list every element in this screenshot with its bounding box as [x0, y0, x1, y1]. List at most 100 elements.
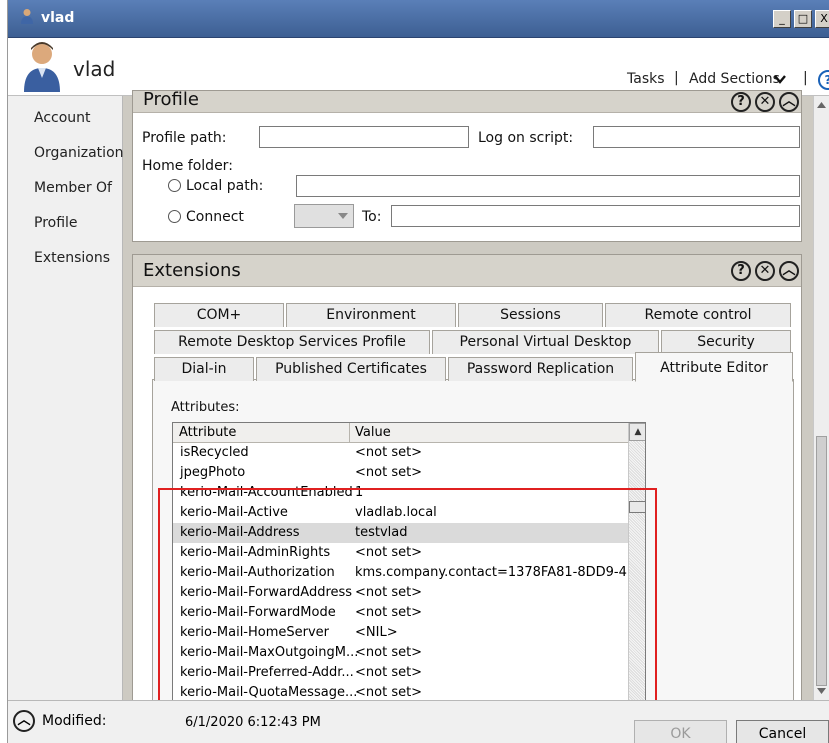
- attribute-value: <not set>: [355, 545, 423, 560]
- dropdown-arrow-icon: [338, 213, 348, 219]
- tab-remote-desktop-services-profile[interactable]: Remote Desktop Services Profile: [154, 330, 430, 354]
- attribute-name: kerio-Mail-HomeServer: [180, 625, 330, 640]
- tasks-link[interactable]: Tasks: [627, 71, 665, 87]
- help-icon[interactable]: ?: [818, 70, 829, 90]
- title-bar[interactable]: vlad _ □ X: [8, 0, 829, 38]
- table-row[interactable]: kerio-Mail-MaxOutgoingM... <not set>: [173, 643, 628, 663]
- attribute-name: isRecycled: [180, 445, 249, 460]
- attributes-list[interactable]: Attribute Value isRecycled <not set> jpe…: [172, 422, 646, 702]
- connect-radio[interactable]: [168, 210, 181, 223]
- sidebar-nav: Account Organization Member Of Profile E…: [8, 96, 124, 700]
- help-icon[interactable]: ?: [731, 261, 751, 281]
- column-header-attribute[interactable]: Attribute: [179, 423, 236, 442]
- close-section-icon[interactable]: ✕: [755, 92, 775, 112]
- tab-remote-control[interactable]: Remote control: [605, 303, 791, 327]
- maximize-button[interactable]: □: [794, 10, 812, 28]
- connect-label: Connect: [186, 209, 244, 225]
- attribute-name: kerio-Mail-Active: [180, 505, 288, 520]
- cancel-button[interactable]: Cancel: [736, 720, 829, 743]
- collapse-icon[interactable]: ︿: [779, 261, 799, 281]
- logon-script-label: Log on script:: [478, 130, 574, 146]
- attribute-value: vladlab.local: [355, 505, 437, 520]
- attribute-name: kerio-Mail-Preferred-Addr...: [180, 665, 354, 680]
- list-header: Attribute Value: [173, 423, 628, 443]
- home-folder-label: Home folder:: [142, 158, 233, 174]
- column-divider[interactable]: [349, 423, 350, 442]
- tab-password-replication[interactable]: Password Replication: [448, 357, 633, 381]
- sidebar-item-account[interactable]: Account: [34, 110, 91, 126]
- collapse-icon[interactable]: ︿: [779, 92, 799, 112]
- tab-security[interactable]: Security: [661, 330, 791, 354]
- attribute-value: 1: [355, 485, 364, 500]
- tab-com-plus[interactable]: COM+: [154, 303, 284, 327]
- tab-dial-in[interactable]: Dial-in: [154, 357, 254, 381]
- scroll-up-icon[interactable]: [816, 100, 827, 110]
- chevron-down-icon[interactable]: [773, 73, 787, 85]
- drive-letter-dropdown[interactable]: [294, 204, 354, 228]
- help-icon[interactable]: ?: [731, 92, 751, 112]
- attribute-name: kerio-Mail-AdminRights: [180, 545, 331, 560]
- table-row[interactable]: isRecycled <not set>: [173, 443, 628, 463]
- window-title: vlad: [41, 10, 75, 26]
- tab-personal-virtual-desktop[interactable]: Personal Virtual Desktop: [432, 330, 659, 354]
- content-area: Profile ? ✕ ︿ Profile path: Log on scrip…: [123, 89, 813, 706]
- modified-value: 6/1/2020 6:12:43 PM: [185, 715, 321, 730]
- tab-published-certificates[interactable]: Published Certificates: [256, 357, 446, 381]
- attribute-value: <not set>: [355, 665, 423, 680]
- attributes-label: Attributes:: [171, 400, 240, 415]
- table-row[interactable]: kerio-Mail-Preferred-Addr... <not set>: [173, 663, 628, 683]
- attribute-value: <not set>: [355, 645, 423, 660]
- add-sections-link[interactable]: Add Sections: [689, 71, 780, 87]
- user-name: vlad: [73, 57, 116, 81]
- attribute-value: <NIL>: [355, 625, 398, 640]
- sidebar-item-organization[interactable]: Organization: [34, 145, 124, 161]
- to-label: To:: [362, 209, 382, 225]
- user-avatar-icon: [24, 42, 60, 92]
- sidebar-item-profile[interactable]: Profile: [34, 215, 78, 231]
- extensions-section-header: Extensions ? ✕ ︿: [133, 255, 801, 287]
- close-section-icon[interactable]: ✕: [755, 261, 775, 281]
- to-path-input[interactable]: [391, 205, 800, 227]
- profile-section: Profile ? ✕ ︿ Profile path: Log on scrip…: [132, 89, 802, 242]
- modified-label: Modified:: [42, 713, 107, 729]
- local-path-label: Local path:: [186, 178, 264, 194]
- table-row[interactable]: kerio-Mail-Active vladlab.local: [173, 503, 628, 523]
- column-header-value[interactable]: Value: [355, 423, 391, 442]
- scroll-down-icon[interactable]: [816, 686, 827, 696]
- table-row[interactable]: kerio-Mail-AdminRights <not set>: [173, 543, 628, 563]
- table-row[interactable]: jpegPhoto <not set>: [173, 463, 628, 483]
- local-path-radio[interactable]: [168, 179, 181, 192]
- scrollbar-thumb[interactable]: [816, 436, 827, 686]
- profile-path-input[interactable]: [259, 126, 469, 148]
- minimize-button[interactable]: _: [773, 10, 791, 28]
- section-title: Profile: [143, 89, 199, 110]
- section-title: Extensions: [143, 260, 241, 281]
- table-row[interactable]: kerio-Mail-HomeServer <NIL>: [173, 623, 628, 643]
- ok-button[interactable]: OK: [634, 720, 727, 743]
- list-scrollbar[interactable]: ▲: [628, 423, 645, 702]
- close-button[interactable]: X: [815, 10, 829, 28]
- sidebar-item-member-of[interactable]: Member Of: [34, 180, 112, 196]
- header: vlad Tasks | Add Sections | ?: [8, 38, 829, 96]
- scroll-up-icon[interactable]: ▲: [629, 423, 645, 441]
- profile-path-label: Profile path:: [142, 130, 227, 146]
- logon-script-input[interactable]: [593, 126, 800, 148]
- table-row-selected[interactable]: kerio-Mail-Address testvlad: [173, 523, 628, 543]
- tab-content: Attributes: Attribute Value isRecycled <…: [152, 379, 794, 702]
- page-scrollbar[interactable]: [813, 96, 829, 700]
- scrollbar-thumb[interactable]: [629, 501, 645, 513]
- status-bar: ︿ Modified: 6/1/2020 6:12:43 PM OK Cance…: [8, 700, 829, 743]
- table-row[interactable]: kerio-Mail-Authorization kms.company.con…: [173, 563, 628, 583]
- tab-sessions[interactable]: Sessions: [458, 303, 603, 327]
- sidebar-item-extensions[interactable]: Extensions: [34, 250, 110, 266]
- tab-attribute-editor[interactable]: Attribute Editor: [635, 352, 793, 382]
- attribute-value: <not set>: [355, 465, 423, 480]
- table-row[interactable]: kerio-Mail-AccountEnabled 1: [173, 483, 628, 503]
- local-path-input[interactable]: [296, 175, 800, 197]
- attribute-value: <not set>: [355, 585, 423, 600]
- table-row[interactable]: kerio-Mail-ForwardMode <not set>: [173, 603, 628, 623]
- attribute-name: kerio-Mail-ForwardMode: [180, 605, 336, 620]
- table-row[interactable]: kerio-Mail-ForwardAddress <not set>: [173, 583, 628, 603]
- tab-environment[interactable]: Environment: [286, 303, 456, 327]
- expand-icon[interactable]: ︿: [13, 710, 35, 732]
